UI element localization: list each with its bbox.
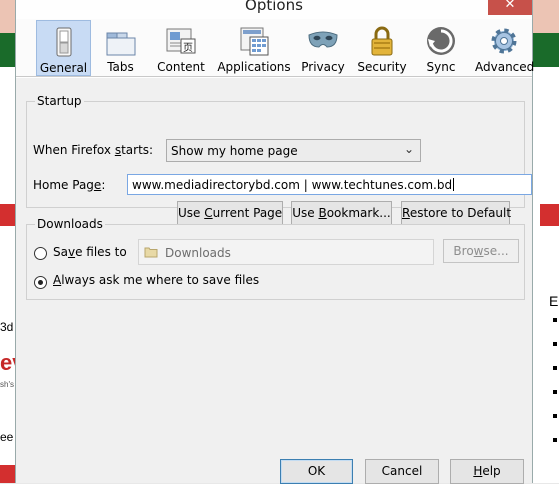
background-green-bar-left bbox=[0, 33, 15, 67]
tab-sync[interactable]: Sync bbox=[417, 20, 465, 76]
when-firefox-starts-dropdown[interactable]: Show my home page ⌄ bbox=[166, 139, 421, 162]
options-dialog: Options ✕ General Tabs 页 Content Applica… bbox=[15, 0, 535, 484]
background-green-bar-right bbox=[533, 33, 559, 67]
title-bar[interactable]: Options ✕ bbox=[16, 0, 532, 19]
tab-label: Security bbox=[357, 60, 407, 74]
close-icon: ✕ bbox=[504, 0, 516, 12]
save-files-to-radio[interactable] bbox=[34, 247, 47, 260]
switch-icon bbox=[56, 27, 71, 57]
mask-icon bbox=[308, 31, 338, 48]
general-panel: Startup When Firefox starts: Show my hom… bbox=[16, 78, 532, 484]
svg-text:页: 页 bbox=[183, 42, 193, 54]
background-left-column bbox=[0, 67, 15, 483]
close-button[interactable]: ✕ bbox=[488, 0, 532, 15]
gear-icon bbox=[491, 28, 516, 54]
background-text: 3d bbox=[0, 320, 14, 334]
tabs-icon bbox=[106, 32, 135, 56]
tab-label: Content bbox=[157, 60, 205, 74]
when-firefox-starts-label: When Firefox starts: bbox=[33, 143, 154, 157]
tab-applications[interactable]: Applications bbox=[215, 20, 293, 76]
use-current-page-button[interactable]: Use Current Page bbox=[177, 201, 283, 225]
background-text: E bbox=[549, 293, 559, 309]
tab-label: Advanced bbox=[475, 60, 535, 74]
background-red-tag-right bbox=[540, 204, 559, 226]
home-page-value: www.mediadirectorybd.com | www.techtunes… bbox=[132, 178, 455, 192]
tab-label: Applications bbox=[217, 60, 291, 74]
home-page-input[interactable]: www.mediadirectorybd.com | www.techtunes… bbox=[127, 174, 532, 195]
help-button[interactable]: Help bbox=[450, 459, 524, 484]
restore-to-default-button[interactable]: Restore to Default bbox=[401, 201, 511, 225]
applications-icon bbox=[240, 27, 269, 56]
save-folder-value: Downloads bbox=[165, 246, 231, 260]
tab-privacy[interactable]: Privacy bbox=[299, 20, 347, 76]
tab-label: Sync bbox=[426, 60, 456, 74]
tab-tabs[interactable]: Tabs bbox=[97, 20, 144, 76]
sync-icon bbox=[427, 27, 455, 55]
downloads-legend: Downloads bbox=[35, 217, 105, 231]
content-icon: 页 bbox=[166, 28, 196, 54]
folder-icon bbox=[144, 247, 158, 258]
background-text: sh's bbox=[0, 380, 14, 389]
cancel-button[interactable]: Cancel bbox=[365, 459, 439, 484]
save-files-to-label[interactable]: Save files to bbox=[53, 245, 127, 259]
startup-legend: Startup bbox=[35, 94, 84, 108]
tab-label: Privacy bbox=[301, 60, 345, 74]
tab-content[interactable]: 页 Content bbox=[153, 20, 209, 76]
use-bookmark-button[interactable]: Use Bookmark... bbox=[291, 201, 392, 225]
chevron-down-icon: ⌄ bbox=[403, 142, 414, 156]
tab-label: Tabs bbox=[107, 60, 134, 74]
always-ask-label[interactable]: Always ask me where to save files bbox=[53, 273, 259, 287]
save-folder-field: Downloads bbox=[138, 239, 434, 265]
startup-group: Startup When Firefox starts: Show my hom… bbox=[26, 94, 532, 225]
lock-icon bbox=[371, 26, 393, 56]
category-toolbar: General Tabs 页 Content Applications Priv… bbox=[16, 19, 535, 77]
background-text: ee bbox=[0, 430, 14, 444]
tab-security[interactable]: Security bbox=[357, 20, 407, 76]
always-ask-radio[interactable] bbox=[34, 276, 47, 289]
background-text: ev bbox=[0, 350, 15, 375]
tab-advanced[interactable]: Advanced bbox=[475, 20, 535, 76]
tab-general[interactable]: General bbox=[36, 20, 91, 76]
tab-label: General bbox=[39, 61, 88, 75]
background-red-tag-left bbox=[0, 204, 15, 226]
background-bullet-list bbox=[553, 318, 559, 462]
home-page-label: Home Page: bbox=[33, 178, 106, 192]
window-title: Options bbox=[245, 0, 303, 14]
browse-button[interactable]: Browse... bbox=[443, 239, 519, 263]
dropdown-value: Show my home page bbox=[171, 144, 298, 158]
ok-button[interactable]: OK bbox=[280, 459, 353, 484]
